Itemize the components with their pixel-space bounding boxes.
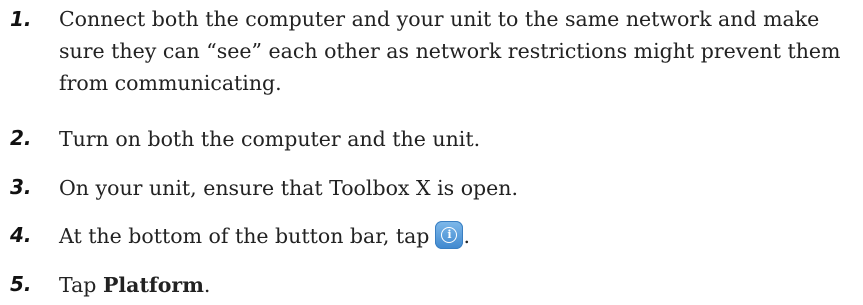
- step-number: 2.: [10, 126, 32, 150]
- step-text-after: .: [463, 224, 470, 248]
- step-number: 1.: [10, 7, 32, 31]
- step-text-after: .: [203, 273, 211, 297]
- step-text: Turn on both the computer and the unit.: [59, 127, 481, 151]
- step-text-before: Tap: [59, 273, 103, 297]
- step-text: On your unit, ensure that Toolbox X is o…: [59, 176, 519, 200]
- step-text: At the bottom of the button bar, tap i.: [59, 220, 859, 252]
- step-number: 4.: [10, 223, 32, 247]
- info-icon[interactable]: i: [435, 221, 464, 249]
- step-text: Connect both the computer and your unit …: [59, 7, 841, 95]
- step-text: Tap Platform.: [59, 269, 859, 301]
- step-number: 5.: [10, 272, 32, 296]
- info-glyph: i: [441, 227, 458, 243]
- platform-label: Platform: [102, 273, 204, 297]
- step-number: 3.: [10, 175, 32, 199]
- step-text-before: At the bottom of the button bar, tap: [59, 224, 430, 248]
